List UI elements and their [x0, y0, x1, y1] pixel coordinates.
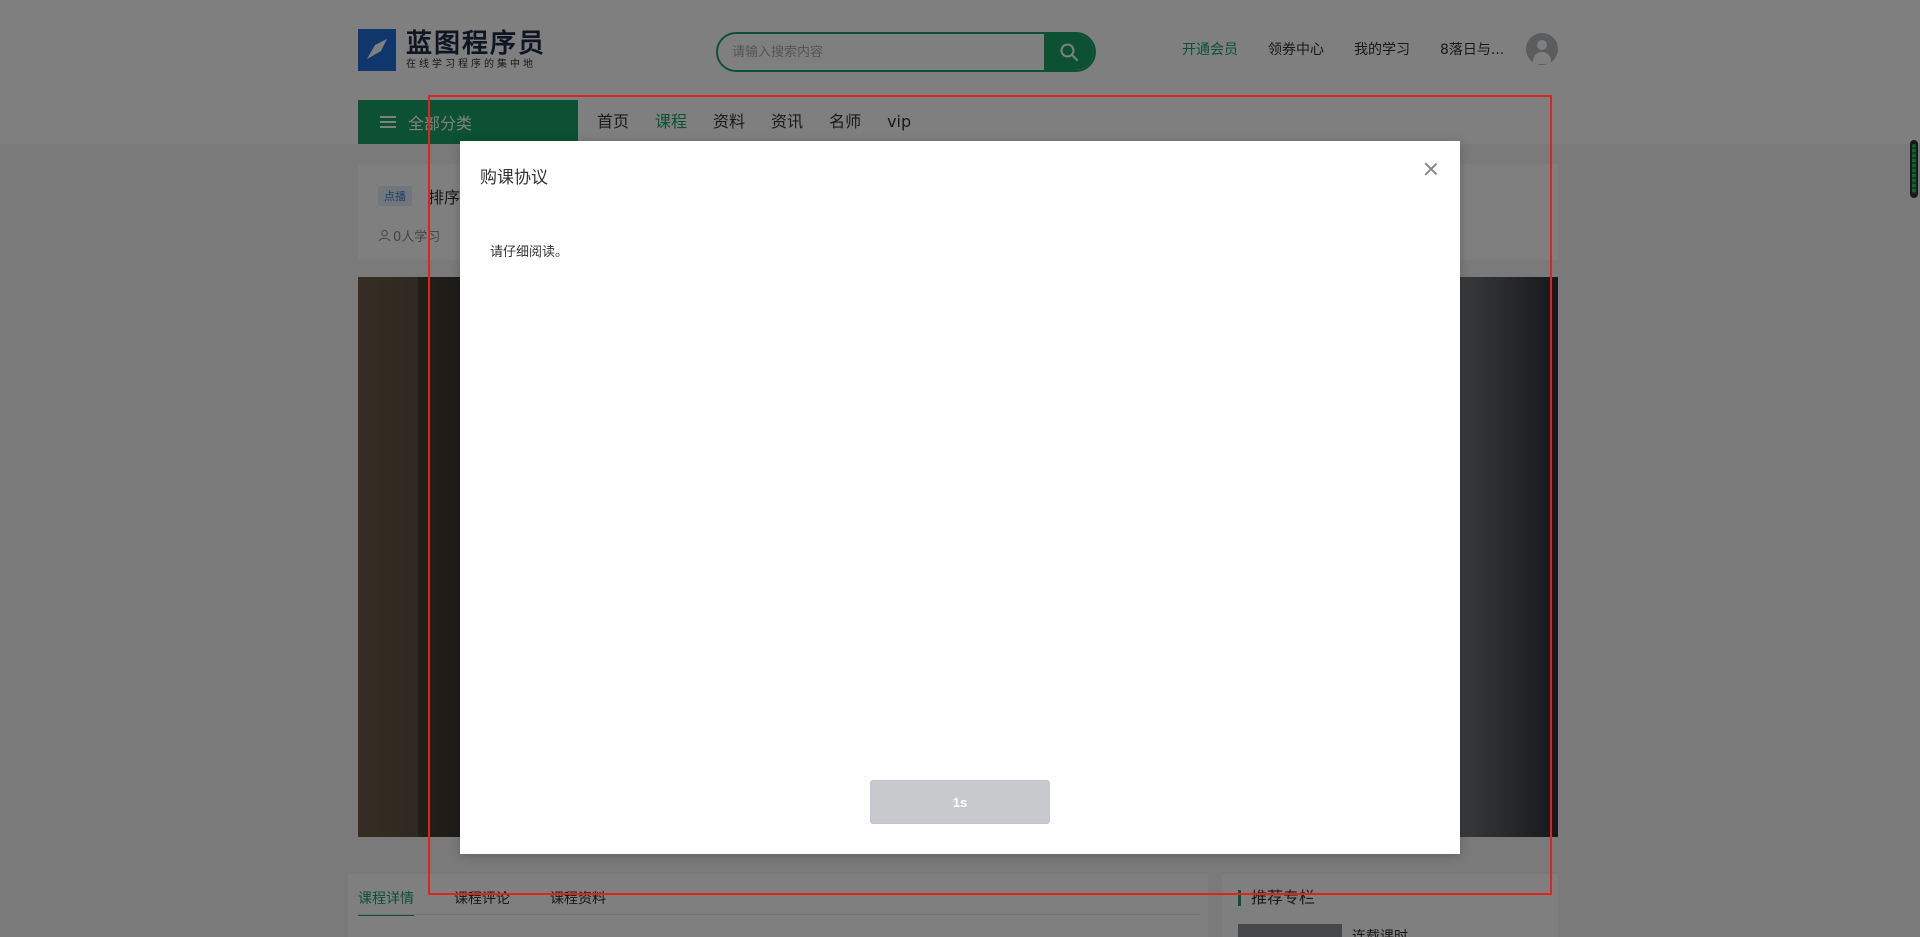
highlight-box	[428, 95, 1552, 895]
